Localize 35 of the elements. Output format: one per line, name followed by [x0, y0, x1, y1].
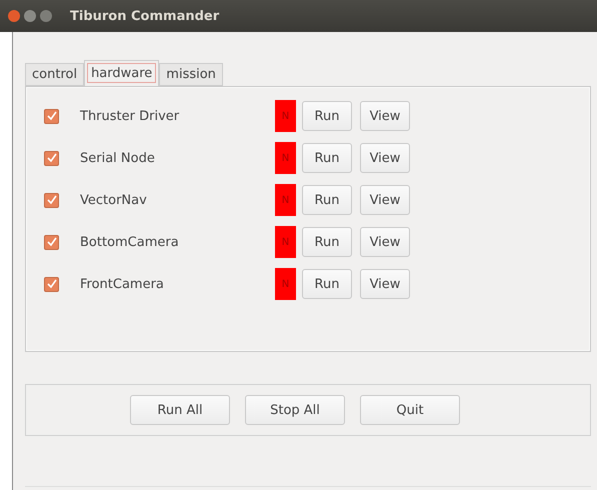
module-name: BottomCamera [80, 234, 180, 250]
view-button[interactable]: View [360, 227, 410, 257]
module-name: Serial Node [80, 150, 156, 166]
tab[interactable]: control [25, 63, 84, 86]
action-button[interactable]: Quit [360, 395, 460, 425]
module-name: FrontCamera [80, 276, 165, 292]
run-button[interactable]: Run [302, 101, 352, 131]
checkbox[interactable] [44, 234, 59, 250]
tab[interactable]: hardware [84, 60, 160, 86]
window-title: Tiburon Commander [70, 8, 220, 24]
tab[interactable]: mission [159, 63, 223, 86]
run-button[interactable]: Run [302, 143, 352, 173]
status-indicator: N [275, 268, 296, 300]
status-indicator: N [275, 100, 296, 132]
module-name: VectorNav [80, 192, 148, 208]
run-button[interactable]: Run [302, 227, 352, 257]
status-indicator: N [275, 184, 296, 216]
checkbox[interactable] [44, 192, 59, 208]
run-button[interactable]: Run [302, 269, 352, 299]
checkbox[interactable] [44, 108, 59, 124]
run-button[interactable]: Run [302, 185, 352, 215]
maximize-icon[interactable] [40, 10, 52, 22]
checkbox[interactable] [44, 276, 59, 292]
action-button[interactable]: Stop All [245, 395, 345, 425]
view-button[interactable]: View [360, 185, 410, 215]
status-indicator: N [275, 142, 296, 174]
status-indicator: N [275, 226, 296, 258]
view-button[interactable]: View [360, 101, 410, 131]
action-button[interactable]: Run All [130, 395, 230, 425]
checkbox[interactable] [44, 150, 59, 166]
module-name: Thruster Driver [80, 108, 180, 124]
minimize-icon[interactable] [24, 10, 36, 22]
view-button[interactable]: View [360, 269, 410, 299]
view-button[interactable]: View [360, 143, 410, 173]
close-icon[interactable] [8, 10, 20, 22]
